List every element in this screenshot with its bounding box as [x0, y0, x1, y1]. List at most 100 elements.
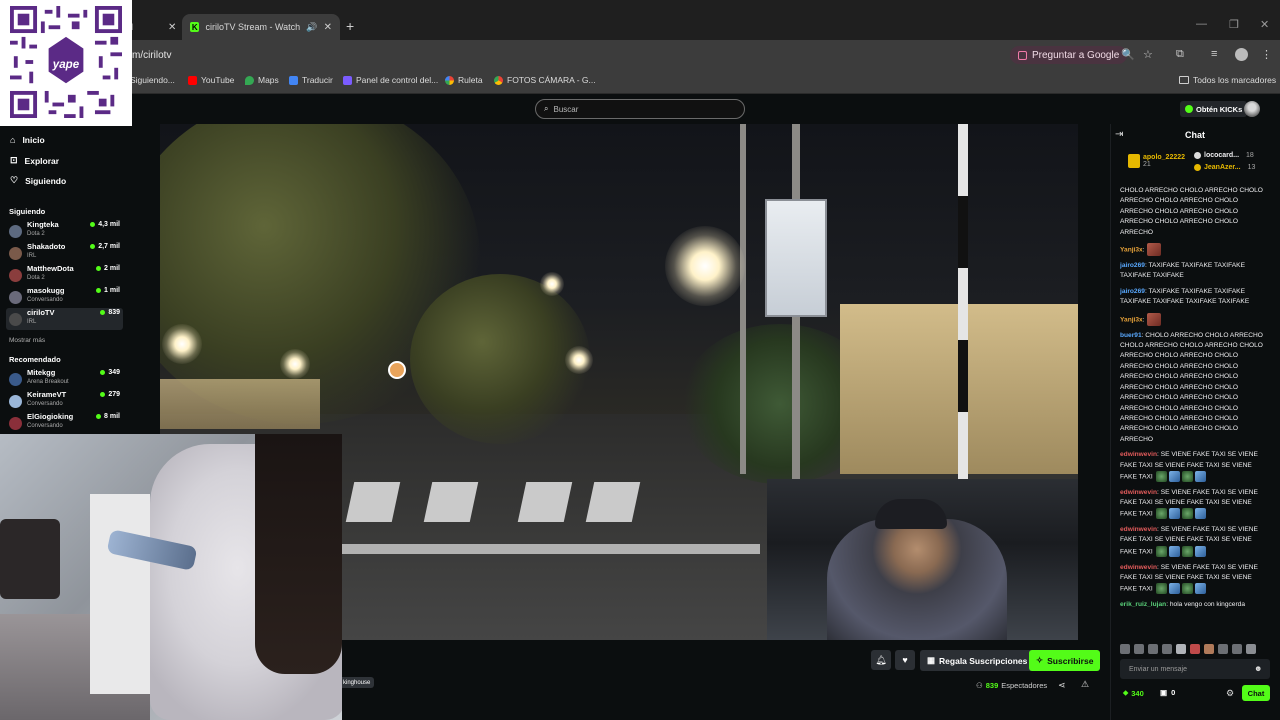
channel-category: Conversando	[27, 297, 63, 303]
sidebar-channel-shakadoto[interactable]: Shakadoto IRL 2,7 mil	[6, 242, 123, 264]
chat-username[interactable]: edwinwevin	[1120, 451, 1157, 458]
subscribe-button[interactable]: ✧ Suscribirse	[1029, 650, 1101, 671]
webcam-overlay	[0, 434, 342, 720]
emote-icon[interactable]	[1232, 644, 1242, 654]
all-bookmarks-button[interactable]: Todos los marcadores	[1179, 75, 1276, 85]
report-icon[interactable]: ⚠	[1081, 679, 1089, 690]
sidebar-item-explorar[interactable]: ⊡ Explorar	[10, 155, 59, 166]
leaderboard-item[interactable]: lococard... 18	[1194, 152, 1254, 159]
new-tab-button[interactable]: +	[346, 18, 354, 34]
emote-icon[interactable]	[1190, 644, 1200, 654]
chat-username[interactable]: jairo269	[1120, 288, 1145, 295]
sidebar-channel-matthewdota[interactable]: MatthewDota Dota 2 2 mil	[6, 264, 123, 286]
send-chat-button[interactable]: Chat	[1242, 685, 1270, 701]
search-input[interactable]: ⌕ Buscar	[535, 99, 745, 119]
chat-username[interactable]: buer91	[1120, 332, 1142, 339]
kick-points[interactable]: ⬥ 340	[1123, 688, 1144, 698]
emote-icon[interactable]	[1162, 644, 1172, 654]
show-more-link[interactable]: Mostrar más	[9, 337, 45, 344]
emote-icon[interactable]	[1176, 644, 1186, 654]
bookmark-item[interactable]: Ruleta	[445, 75, 483, 85]
leaderboard-item[interactable]: apolo_22222 21	[1128, 154, 1185, 168]
viewer-count: 2,7 mil	[90, 243, 120, 250]
sidebar-item-siguiendo[interactable]: ♡ Siguiendo	[10, 175, 66, 186]
chat-username[interactable]: Yanji3x	[1120, 316, 1143, 323]
emote-icon[interactable]	[1120, 644, 1130, 654]
browser-tab-active[interactable]: K ciriloTV Stream - Watch Live 🔊 ✕	[182, 14, 340, 40]
get-kicks-button[interactable]: Obtén KICKs	[1180, 101, 1248, 117]
video-scene-crosswalk	[345, 482, 401, 522]
bookmark-item[interactable]: FOTOS CÁMARA - G...	[494, 75, 596, 85]
emote-icon[interactable]	[1218, 644, 1228, 654]
bookmark-item[interactable]: Maps	[245, 75, 279, 85]
leaderboard-item[interactable]: JeanAzer... 13	[1194, 164, 1255, 171]
close-icon[interactable]: ✕	[168, 22, 176, 33]
channel-name: KeirameVT	[27, 390, 67, 399]
bookmark-item[interactable]: Traducir	[289, 75, 333, 85]
bookmark-item[interactable]: YouTube	[188, 75, 234, 85]
video-scene-crosswalk	[585, 482, 641, 522]
video-scene-streetlight	[162, 324, 202, 364]
menu-icon[interactable]: ⋮	[1261, 48, 1272, 61]
sidebar-channel-mitekgg[interactable]: Mitekgg Arena Breakout 349	[6, 368, 123, 390]
share-icon[interactable]: ⋖	[1058, 680, 1066, 691]
emote-icon[interactable]	[1246, 644, 1256, 654]
chat-username[interactable]: Yanji3x	[1120, 246, 1143, 253]
chat-username[interactable]: edwinwevin	[1120, 564, 1157, 571]
star-icon[interactable]: ☆	[1143, 48, 1153, 61]
emote-icon	[1155, 470, 1167, 482]
emote-icon[interactable]	[1204, 644, 1214, 654]
close-icon[interactable]: ✕	[324, 22, 332, 33]
avatar[interactable]	[1244, 101, 1260, 117]
url-field[interactable]: m/cirilotv	[132, 50, 171, 61]
media-controls-icon[interactable]: ≡	[1211, 48, 1217, 60]
sidebar-channel-masokugg[interactable]: masokugg Conversando 1 mil	[6, 286, 123, 308]
video-scene-streetlight	[280, 349, 310, 379]
profile-icon[interactable]	[1235, 48, 1248, 61]
gear-icon[interactable]: ⚙	[1226, 688, 1234, 699]
sidebar-channel-cirilotv[interactable]: ciriloTV IRL 839	[6, 308, 123, 330]
bookmark-label: FOTOS CÁMARA - G...	[507, 75, 596, 85]
bookmark-item[interactable]: Siguiendo...	[130, 75, 175, 85]
chat-input[interactable]: Enviar un mensaje	[1120, 659, 1270, 679]
sidebar-channel-keiramevt[interactable]: KeirameVT Conversando 279	[6, 390, 123, 412]
sidebar-item-inicio[interactable]: ⌂ Inicio	[10, 135, 45, 145]
minimize-icon[interactable]: —	[1196, 18, 1207, 30]
chat-username[interactable]: edwinwevin	[1120, 526, 1157, 533]
translate-icon	[289, 75, 298, 85]
emote-icon[interactable]	[1134, 644, 1144, 654]
search-icon: ⌕	[544, 104, 549, 113]
maximize-icon[interactable]: ❐	[1229, 18, 1239, 31]
sidebar-channel-kingteka[interactable]: Kingteka Dota 2 4,3 mil	[6, 220, 123, 242]
avatar	[9, 373, 22, 386]
bookmark-item[interactable]: Panel de control del...	[343, 75, 438, 85]
chat-username[interactable]: edwinwevin	[1120, 489, 1157, 496]
zoom-icon[interactable]: 🔍	[1121, 48, 1135, 61]
extensions-icon[interactable]: ⧉	[1176, 48, 1184, 61]
live-dot-icon	[90, 222, 96, 227]
bookmark-label: Ruleta	[458, 75, 483, 85]
video-scene-tree	[410, 274, 590, 444]
viewer-count-value: 1 mil	[104, 287, 120, 294]
sidebar-item-label: Siguiendo	[25, 175, 67, 186]
gift-subs-button[interactable]: ▦ Regala Suscripciones	[920, 650, 1035, 671]
avatar	[9, 291, 22, 304]
window-close-icon[interactable]: ✕	[1260, 18, 1269, 31]
subscribe-label: Suscribirse	[1047, 655, 1094, 666]
notification-bell-button[interactable]: 🔔︎	[871, 650, 891, 670]
emoji-picker-icon[interactable]: ☻	[1254, 664, 1262, 673]
kick-gifts[interactable]: ▣ 0	[1160, 688, 1175, 697]
ask-google-button[interactable]: Preguntar a Google	[1010, 46, 1128, 64]
follow-button[interactable]: ♥	[895, 650, 915, 670]
chat-username[interactable]: jairo269	[1120, 262, 1145, 269]
sidebar-channel-elgiogioking[interactable]: ElGiogioking Conversando 8 mil	[6, 412, 123, 434]
channel-category: Arena Breakout	[27, 379, 69, 385]
stream-tag[interactable]: kinghouse	[339, 677, 375, 688]
live-dot-icon	[100, 310, 106, 315]
viewer-count: 839	[100, 309, 120, 316]
video-scene-crosswalk	[517, 482, 573, 522]
emote-icon[interactable]	[1148, 644, 1158, 654]
speaker-icon[interactable]: 🔊	[306, 22, 317, 33]
chat-username[interactable]: erik_ruiz_lujan	[1120, 601, 1166, 608]
qr-code-graphic: yape	[10, 6, 122, 118]
